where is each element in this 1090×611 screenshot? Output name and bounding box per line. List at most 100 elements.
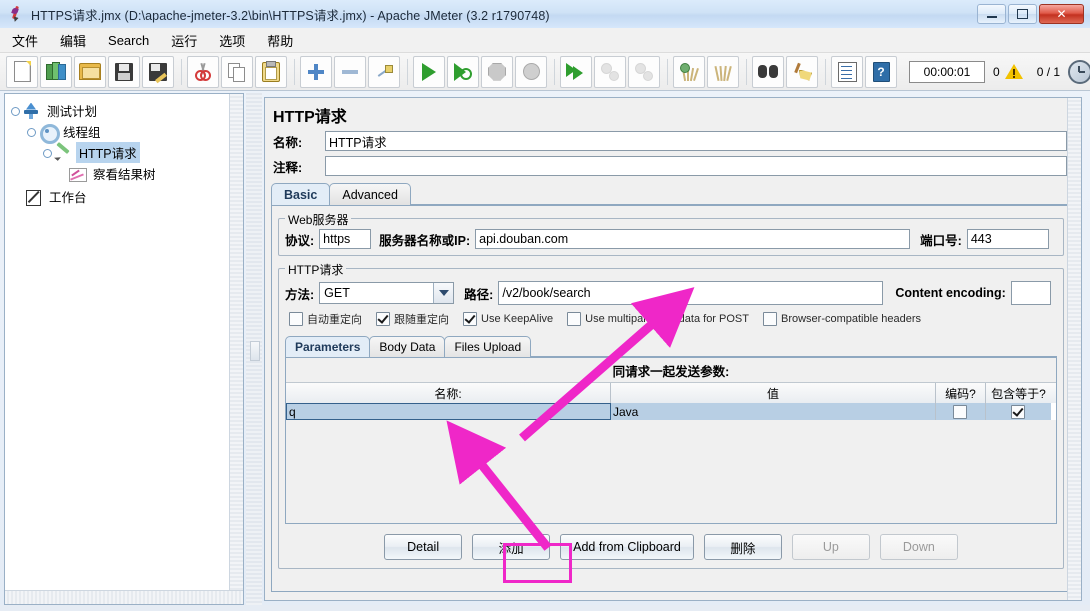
minimize-button[interactable] (977, 4, 1006, 24)
tree-node-test-plan[interactable]: 测试计划 (11, 100, 243, 121)
toolbar-cut-button[interactable] (187, 55, 219, 88)
toolbar-start-no-pauses-button[interactable] (447, 55, 479, 88)
tree-node-view-results-tree[interactable]: 察看结果树 (11, 163, 243, 184)
comment-input[interactable] (325, 156, 1067, 176)
toolbar-save-as-button[interactable] (142, 55, 174, 88)
toolbar-save-button[interactable] (108, 55, 140, 88)
column-header-value[interactable]: 值 (611, 383, 936, 403)
checkbox-box[interactable] (1010, 404, 1025, 419)
checkbox-follow-redirects[interactable]: 跟随重定向 (376, 311, 449, 327)
add-from-clipboard-button[interactable]: Add from Clipboard (560, 534, 694, 560)
tab-basic[interactable]: Basic (271, 183, 331, 205)
tree-horizontal-scrollbar[interactable] (5, 590, 243, 604)
tree-expand-handle[interactable] (43, 148, 52, 158)
checkbox-box[interactable] (952, 404, 967, 419)
warning-triangle-icon[interactable] (1004, 63, 1023, 80)
checkbox-auto-redirect[interactable]: 自动重定向 (289, 311, 362, 327)
toolbar-function-helper-button[interactable] (831, 55, 863, 88)
toolbar-expand-button[interactable] (300, 55, 332, 88)
toolbar-clear-all-button[interactable] (707, 55, 739, 88)
tree-expand-handle[interactable] (27, 127, 36, 137)
table-row[interactable]: q Java (286, 403, 1056, 420)
port-input[interactable]: 443 (966, 229, 1049, 249)
checkbox-box[interactable] (762, 312, 777, 326)
toolbar-separator-3 (407, 58, 408, 85)
content-encoding-input[interactable] (1010, 281, 1051, 305)
column-header-name[interactable]: 名称: (286, 383, 611, 403)
checkbox-use-keepalive[interactable]: Use KeepAlive (463, 312, 553, 326)
checkbox-box[interactable] (376, 312, 390, 326)
binoculars-icon (758, 64, 778, 79)
toolbar-toggle-button[interactable] (368, 55, 400, 88)
path-input[interactable]: /v2/book/search (498, 281, 884, 305)
tab-advanced[interactable]: Advanced (329, 183, 411, 205)
param-name-cell[interactable]: q (286, 403, 611, 420)
checkbox-browser-compatible-headers[interactable]: Browser-compatible headers (762, 312, 921, 326)
protocol-input[interactable]: https (319, 229, 372, 249)
menu-item-search[interactable]: Search (106, 31, 151, 50)
menu-item-run[interactable]: 运行 (169, 29, 199, 52)
toolbar-help-button[interactable]: ? (865, 55, 897, 88)
server-label: 服务器名称或IP: (379, 233, 471, 248)
toolbar-shutdown-button[interactable] (515, 55, 547, 88)
tree-expand-handle[interactable] (11, 106, 20, 116)
tree-vertical-scrollbar[interactable] (229, 94, 243, 604)
toolbar-remote-shutdown-all-button[interactable] (628, 55, 660, 88)
tree-node-thread-group[interactable]: 线程组 (11, 121, 243, 144)
name-label: 名称: (273, 135, 303, 150)
column-header-encode[interactable]: 编码? (936, 383, 986, 403)
play-no-pauses-icon (454, 62, 472, 81)
toolbar-new-button[interactable] (6, 55, 38, 88)
delete-button[interactable]: 删除 (703, 534, 782, 560)
toolbar-search-reset-button[interactable] (786, 55, 818, 88)
menu-item-options[interactable]: 选项 (217, 29, 247, 52)
parameters-table-header: 名称: 值 编码? 包含等于? (286, 383, 1056, 403)
toolbar-stop-button[interactable] (481, 55, 513, 88)
name-row: 名称: HTTP请求 (265, 130, 1081, 152)
menu-item-help[interactable]: 帮助 (265, 29, 295, 52)
checkbox-box[interactable] (463, 312, 477, 326)
toolbar-templates-button[interactable] (40, 55, 72, 88)
panel-splitter[interactable] (246, 93, 262, 605)
tab-parameters[interactable]: Parameters (285, 336, 371, 357)
method-select[interactable]: GET (319, 282, 455, 304)
toolbar-paste-button[interactable] (255, 55, 287, 88)
menu-item-file[interactable]: 文件 (10, 29, 40, 52)
toolbar-copy-button[interactable] (221, 55, 253, 88)
param-value-cell[interactable]: Java (611, 403, 936, 420)
checkbox-box[interactable] (289, 312, 303, 326)
toolbar-search-button[interactable] (752, 55, 784, 88)
maximize-button[interactable] (1008, 4, 1037, 24)
toolbar-remote-stop-all-button[interactable] (594, 55, 626, 88)
tree-node-label: 察看结果树 (93, 168, 156, 182)
menu-item-edit[interactable]: 编辑 (58, 29, 88, 52)
column-header-include-equals[interactable]: 包含等于? (986, 383, 1051, 403)
tree-node-workbench[interactable]: 工作台 (11, 186, 243, 207)
clear-icon (679, 62, 699, 81)
server-input[interactable]: api.douban.com (475, 229, 911, 249)
tab-body-data[interactable]: Body Data (369, 336, 446, 357)
error-count: 0 (993, 64, 1000, 79)
tree-node-label: 工作台 (49, 191, 87, 205)
param-include-equals-cell[interactable] (986, 403, 1051, 420)
tree-node-http-request[interactable]: HTTP请求 (11, 141, 243, 163)
menu-bar: 文件 编辑 Search 运行 选项 帮助 (0, 28, 1090, 53)
parameters-table-empty-area[interactable] (286, 420, 1056, 523)
checkbox-box[interactable] (567, 312, 582, 326)
panel-vertical-scrollbar[interactable] (1067, 98, 1081, 600)
tab-files-upload[interactable]: Files Upload (444, 336, 532, 357)
param-encode-cell[interactable] (936, 403, 986, 420)
close-button[interactable]: ✕ (1039, 4, 1084, 24)
test-plan-tree-panel[interactable]: 测试计划 线程组 HTTP请求 察看结果树 工作台 (4, 93, 244, 605)
toolbar-start-button[interactable] (413, 55, 445, 88)
splitter-grip[interactable] (250, 341, 260, 361)
comment-row: 注释: (265, 155, 1081, 177)
toolbar-remote-start-all-button[interactable] (560, 55, 592, 88)
toolbar-open-button[interactable] (74, 55, 106, 88)
toolbar-clear-button[interactable] (673, 55, 705, 88)
detail-button[interactable]: Detail (384, 534, 463, 560)
chevron-down-icon[interactable] (433, 283, 454, 303)
name-input[interactable]: HTTP请求 (325, 131, 1067, 151)
toolbar-collapse-button[interactable] (334, 55, 366, 88)
checkbox-use-multipart[interactable]: Use multipart/form-data for POST (567, 312, 749, 326)
